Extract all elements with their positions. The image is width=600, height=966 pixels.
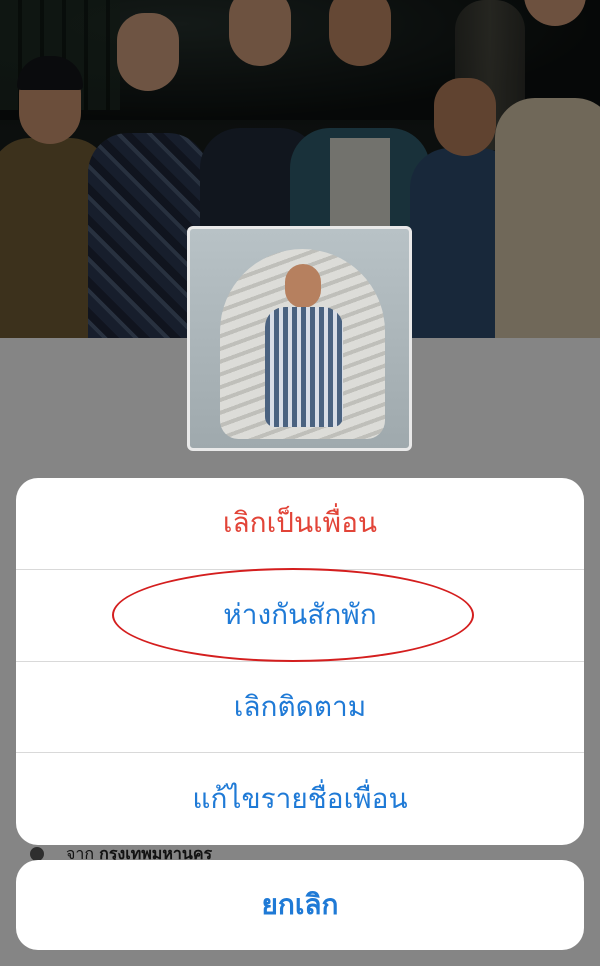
avatar-person-body — [265, 307, 343, 427]
avatar-person-head — [285, 264, 321, 308]
unfollow-button[interactable]: เลิกติดตาม — [16, 662, 584, 754]
action-sheet: เลิกเป็นเพื่อน ห่างกันสักพัก เลิกติดตาม … — [16, 478, 584, 845]
profile-avatar — [187, 226, 412, 451]
unfriend-button[interactable]: เลิกเป็นเพื่อน — [16, 478, 584, 570]
cancel-button[interactable]: ยกเลิก — [16, 860, 584, 950]
snooze-button[interactable]: ห่างกันสักพัก — [16, 570, 584, 662]
edit-friend-lists-button[interactable]: แก้ไขรายชื่อเพื่อน — [16, 753, 584, 845]
